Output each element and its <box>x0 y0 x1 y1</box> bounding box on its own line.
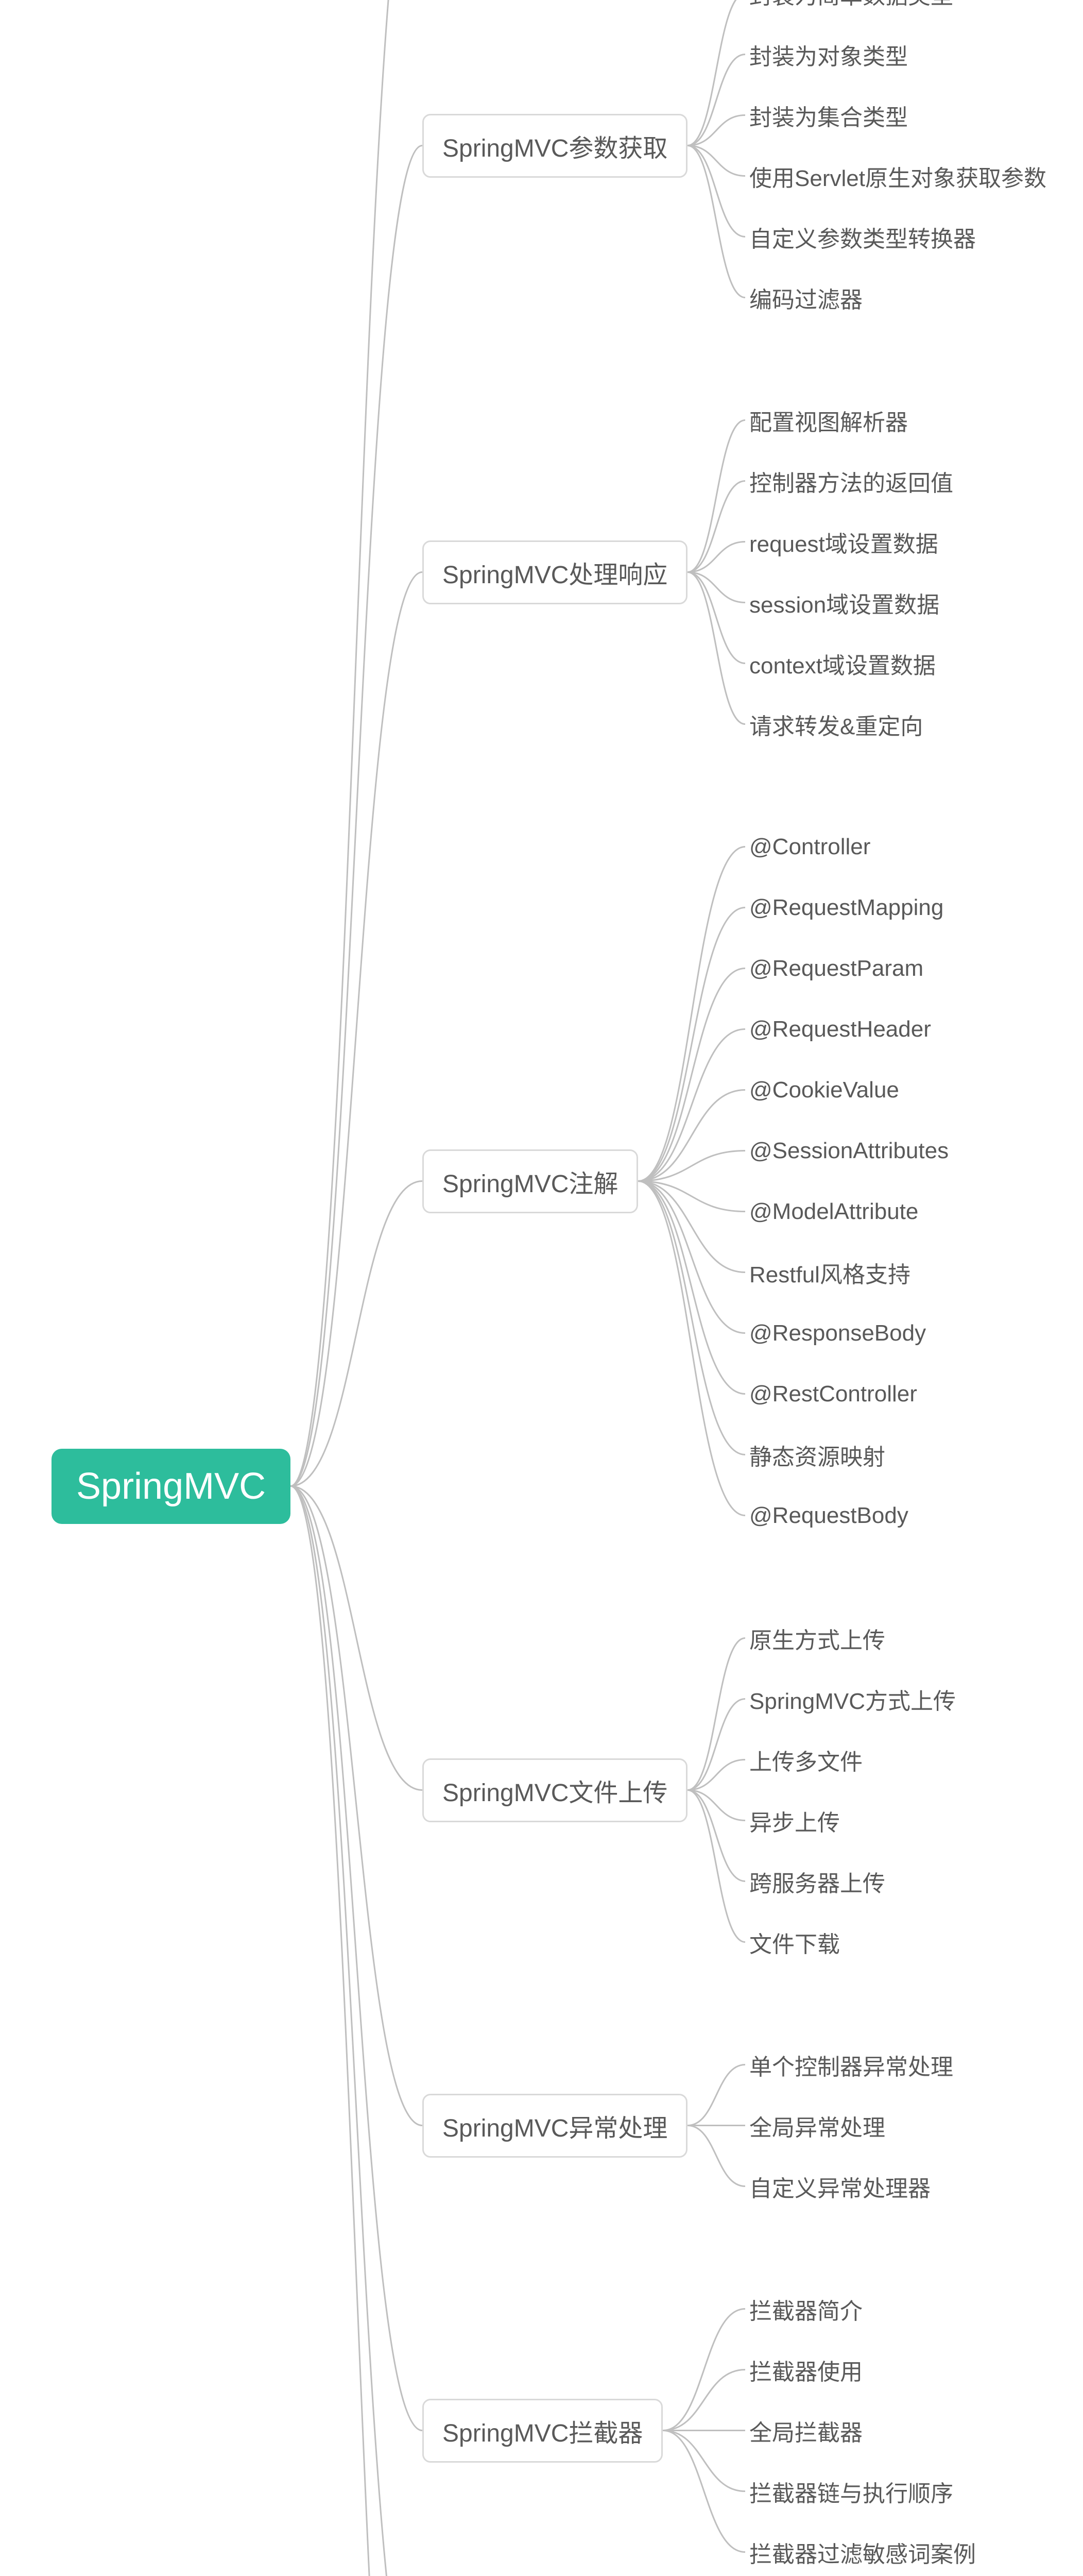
leaf-node: 静态资源映射 <box>749 1438 885 1471</box>
leaf-node: 请求转发&重定向 <box>749 708 923 741</box>
branch-node: SpringMVC参数获取 <box>422 114 687 178</box>
leaf-node: 全局拦截器 <box>749 2414 863 2447</box>
leaf-node: 配置视图解析器 <box>749 404 908 437</box>
leaf-node: 拦截器简介 <box>749 2293 863 2326</box>
leaf-node: @Controller <box>749 834 870 860</box>
leaf-node: @CookieValue <box>749 1077 899 1103</box>
mindmap-stage: CSDN @童小纯 SpringMVCSpringMVC入门SpringMVC简… <box>0 0 1083 2576</box>
leaf-node: 控制器方法的返回值 <box>749 465 953 498</box>
leaf-node: @RequestParam <box>749 956 923 981</box>
branch-node: SpringMVC异常处理 <box>422 2094 687 2158</box>
leaf-node: 单个控制器异常处理 <box>749 2048 953 2081</box>
leaf-node: 自定义异常处理器 <box>749 2170 931 2203</box>
leaf-node: session域设置数据 <box>749 586 939 619</box>
leaf-node: @RestController <box>749 1381 917 1407</box>
leaf-node: 封装为简单数据类型 <box>749 0 953 10</box>
leaf-node: 自定义参数类型转换器 <box>749 221 976 253</box>
leaf-node: @RequestMapping <box>749 895 943 921</box>
leaf-node: 使用Servlet原生对象获取参数 <box>749 160 1046 193</box>
leaf-node: Restful风格支持 <box>749 1256 910 1289</box>
leaf-node: 原生方式上传 <box>749 1622 885 1655</box>
leaf-node: 文件下载 <box>749 1926 840 1959</box>
leaf-node: 封装为集合类型 <box>749 99 908 132</box>
leaf-node: 编码过滤器 <box>749 281 863 314</box>
leaf-node: 封装为对象类型 <box>749 38 908 71</box>
leaf-node: 拦截器链与执行顺序 <box>749 2475 953 2508</box>
branch-node: SpringMVC文件上传 <box>422 1758 687 1822</box>
leaf-node: 异步上传 <box>749 1804 840 1837</box>
branch-node: SpringMVC处理响应 <box>422 540 687 604</box>
branch-node: SpringMVC注解 <box>422 1149 638 1213</box>
leaf-node: @RequestHeader <box>749 1016 931 1042</box>
leaf-node: context域设置数据 <box>749 647 936 680</box>
leaf-node: 跨服务器上传 <box>749 1865 885 1898</box>
leaf-node: SpringMVC方式上传 <box>749 1683 956 1716</box>
leaf-node: 全局异常处理 <box>749 2109 885 2142</box>
leaf-node: @RequestBody <box>749 1503 908 1529</box>
root-node: SpringMVC <box>51 1449 290 1524</box>
leaf-node: @SessionAttributes <box>749 1138 949 1164</box>
leaf-node: request域设置数据 <box>749 526 938 558</box>
branch-node: SpringMVC拦截器 <box>422 2399 663 2463</box>
leaf-node: 上传多文件 <box>749 1743 863 1776</box>
leaf-node: 拦截器使用 <box>749 2353 863 2386</box>
leaf-node: 拦截器过滤敏感词案例 <box>749 2536 976 2569</box>
leaf-node: @ModelAttribute <box>749 1199 918 1225</box>
leaf-node: @ResponseBody <box>749 1320 926 1346</box>
